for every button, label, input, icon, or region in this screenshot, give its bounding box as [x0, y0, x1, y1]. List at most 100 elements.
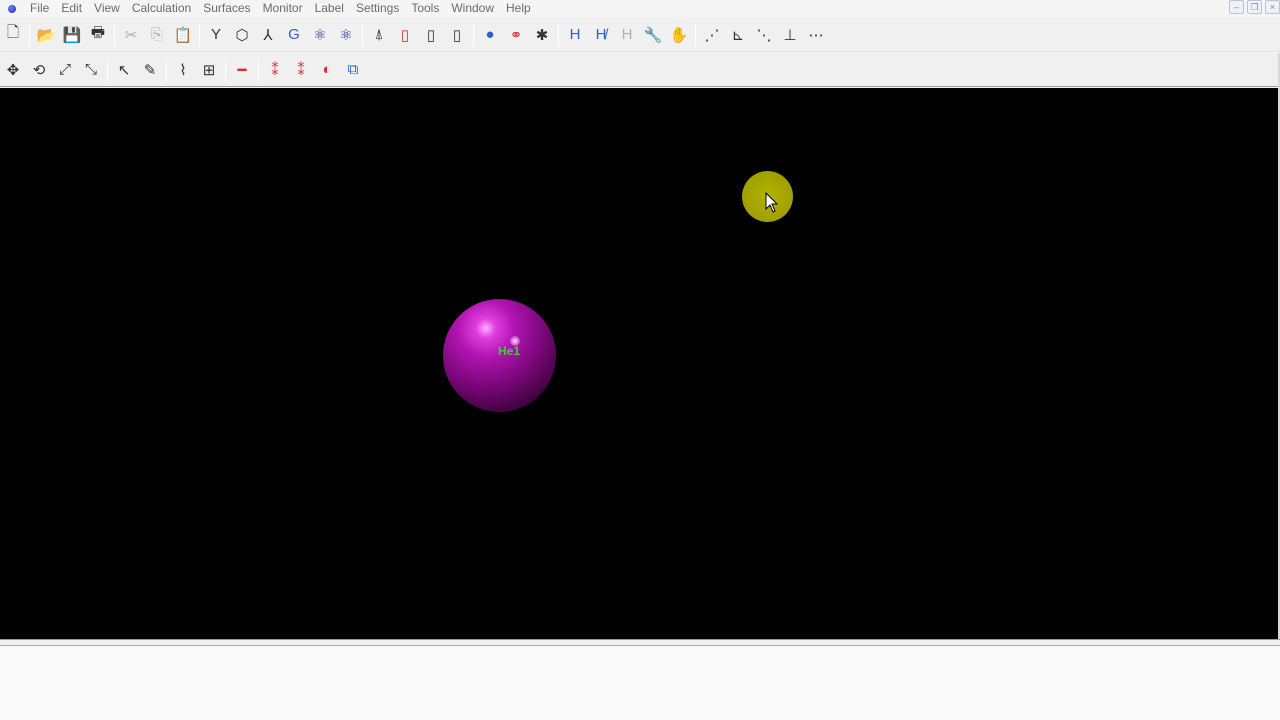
menu-calculation[interactable]: Calculation [127, 0, 196, 17]
tool-cylinder-icon: ▯ [426, 26, 436, 44]
toolbar-separator [258, 58, 259, 81]
bond-pair-button[interactable]: ⚭ [503, 22, 529, 48]
dist-button[interactable]: ⋰ [699, 22, 725, 48]
menu-file[interactable]: File [25, 0, 54, 17]
measure-button[interactable]: ⌇ [170, 57, 196, 83]
angle-icon: ⊾ [731, 26, 745, 44]
dipole-button[interactable]: ⁑ [262, 57, 288, 83]
dihedral-button[interactable]: ⋱ [751, 22, 777, 48]
tool-cylinder2-icon: ▯ [452, 26, 462, 44]
wrench-button[interactable]: 🔧 [640, 22, 666, 48]
tool-molecule-button[interactable]: ⚛ [307, 22, 333, 48]
close-button[interactable]: × [1265, 0, 1280, 14]
surface-button[interactable]: ◐ [314, 57, 340, 83]
menu-label[interactable]: Label [310, 0, 349, 17]
tool-bond-button[interactable]: ⍋ [366, 22, 392, 48]
pen-button[interactable]: ✎ [137, 57, 163, 83]
tool-branch-button[interactable]: ⅄ [255, 22, 281, 48]
tool-y-button[interactable]: Y [203, 22, 229, 48]
hydrogen-gray-button[interactable]: H [614, 22, 640, 48]
measure-icon: ⌇ [179, 61, 187, 79]
bond-pair-icon: ⚭ [509, 26, 523, 44]
tool-cylinder-red-icon: ▯ [400, 26, 410, 44]
box-button[interactable]: ⧉ [340, 57, 366, 83]
cross-button[interactable]: ✱ [529, 22, 555, 48]
open-icon: 📂 [36, 26, 56, 44]
tool-cylinder-button[interactable]: ▯ [418, 22, 444, 48]
bond-line-icon: ━ [237, 61, 247, 79]
scale-icon: ⤢ [58, 61, 71, 78]
toolbar-separator [473, 23, 474, 46]
panel-splitter[interactable] [0, 639, 1280, 646]
tool-ring-button[interactable]: ⬡ [229, 22, 255, 48]
scale2-button[interactable]: ⤡ [78, 57, 104, 83]
select-arrow-icon: ↖ [117, 61, 131, 79]
atom-icon: ● [485, 26, 495, 43]
tool-branch-icon: ⅄ [263, 26, 273, 44]
window-controls: – ❐ × [1229, 0, 1280, 14]
tool-cylinder-red-button[interactable]: ▯ [392, 22, 418, 48]
menu-edit[interactable]: Edit [56, 0, 87, 17]
copy-icon: ⎘ [150, 26, 163, 43]
menu-window[interactable]: Window [446, 0, 499, 17]
hydrogen-edit-icon: H̸ [595, 26, 607, 43]
axes-button[interactable]: ⊥ [777, 22, 803, 48]
toolbar-separator [29, 23, 30, 46]
save-icon: 💾 [62, 26, 82, 44]
toolbar-separator [114, 23, 115, 46]
toolbar-separator [362, 23, 363, 46]
menu-surfaces[interactable]: Surfaces [198, 0, 255, 17]
restore-button[interactable]: ❐ [1247, 0, 1262, 14]
hand-button[interactable]: ✋ [666, 22, 692, 48]
open-button[interactable]: 📂 [33, 22, 59, 48]
dipole2-button[interactable]: ⁑ [288, 57, 314, 83]
dist-icon: ⋰ [704, 26, 720, 44]
menu-monitor[interactable]: Monitor [258, 0, 308, 17]
minimize-button[interactable]: – [1229, 0, 1244, 14]
surface-icon: ◐ [322, 61, 332, 78]
menu-settings[interactable]: Settings [351, 0, 404, 17]
bond-line-button[interactable]: ━ [229, 57, 255, 83]
tool-y-icon: Y [210, 26, 221, 43]
molecule-viewport[interactable]: He1 [0, 88, 1278, 639]
tree-button[interactable]: ⊞ [196, 57, 222, 83]
hand-icon: ✋ [669, 26, 689, 44]
angle-button[interactable]: ⊾ [725, 22, 751, 48]
print-button[interactable]: 🖶 [85, 22, 111, 48]
toolbar-separator [199, 23, 200, 46]
menu-help[interactable]: Help [501, 0, 536, 17]
atom-button[interactable]: ● [477, 22, 503, 48]
cross-icon: ✱ [535, 26, 549, 44]
scale-button[interactable]: ⤢ [52, 57, 78, 83]
rotate-button[interactable]: ⟲ [26, 57, 52, 83]
cut-icon: ✂ [124, 26, 138, 44]
atom-label: He1 [498, 344, 521, 358]
select-arrow-button[interactable]: ↖ [111, 57, 137, 83]
application-window: File Edit View Calculation Surfaces Moni… [0, 0, 1280, 720]
copy-button[interactable]: ⎘ [144, 22, 170, 48]
wrench-icon: 🔧 [643, 26, 663, 44]
tool-cylinder2-button[interactable]: ▯ [444, 22, 470, 48]
paste-button[interactable]: 📋 [170, 22, 196, 48]
cut-button[interactable]: ✂ [118, 22, 144, 48]
save-button[interactable]: 💾 [59, 22, 85, 48]
hydrogen-button[interactable]: H [562, 22, 588, 48]
tool-molecule2-icon: ⚛ [339, 26, 353, 44]
menu-view[interactable]: View [89, 0, 125, 17]
toolbar-separator [695, 23, 696, 46]
connect-button[interactable]: ⋯ [803, 22, 829, 48]
new-icon: 🗋 [6, 24, 20, 41]
toolbar-separator [166, 58, 167, 81]
box-icon: ⧉ [347, 61, 359, 78]
new-button[interactable]: 🗋 [0, 22, 26, 48]
tool-ring-icon: ⬡ [235, 26, 249, 44]
output-console[interactable] [0, 646, 1280, 720]
dipole2-icon: ⁑ [297, 61, 305, 79]
toolbar-separator [558, 23, 559, 46]
translate-button[interactable]: ✥ [0, 57, 26, 83]
mouse-cursor-icon [765, 192, 779, 213]
hydrogen-edit-button[interactable]: H̸ [588, 22, 614, 48]
tool-molecule2-button[interactable]: ⚛ [333, 22, 359, 48]
menu-tools[interactable]: Tools [406, 0, 444, 17]
tool-g-button[interactable]: G [281, 22, 307, 48]
